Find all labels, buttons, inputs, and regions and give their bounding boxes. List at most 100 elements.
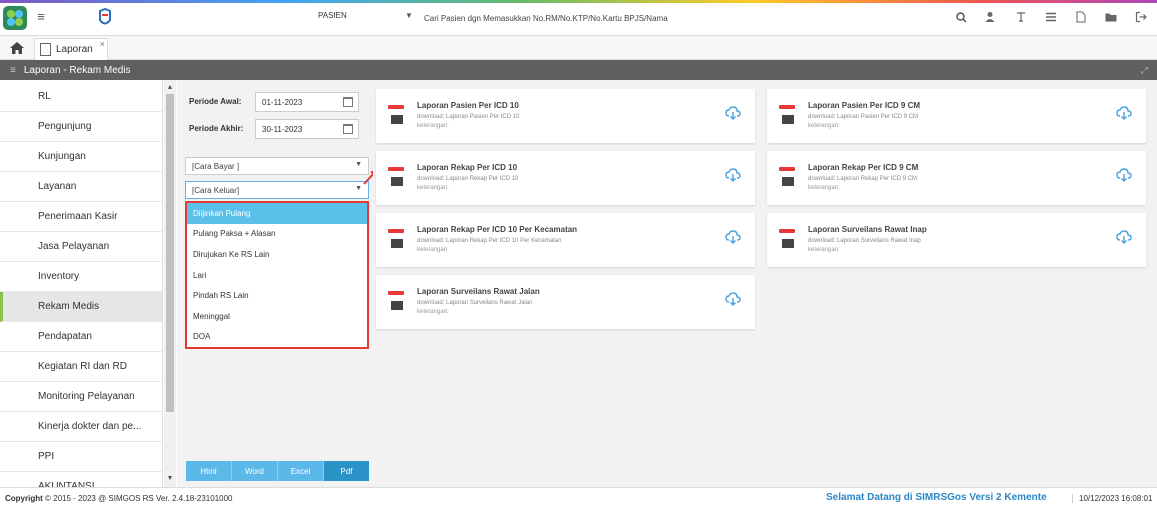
report-icon <box>388 167 404 186</box>
periode-akhir-value: 30-11-2023 <box>262 124 303 134</box>
report-note: keterangan: <box>417 247 449 253</box>
download-icon[interactable] <box>725 105 741 121</box>
top-toolbar <box>953 9 1149 25</box>
periode-akhir-label: Periode Akhir: <box>189 124 244 133</box>
option-pindah-rs-lain[interactable]: Pindah RS Lain <box>187 285 367 306</box>
sidebar-item-penerimaan-kasir[interactable]: Penerimaan Kasir <box>0 202 162 232</box>
option-diijinkan-pulang[interactable]: Diijinkan Pulang <box>187 203 367 224</box>
report-title: Laporan Pasien Per ICD 10 <box>417 101 519 110</box>
report-desc: download: Laporan Surveilans Rawat Jalan <box>417 300 533 306</box>
sidebar-item-kunjungan[interactable]: Kunjungan <box>0 142 162 172</box>
scroll-up-icon[interactable]: ▲ <box>164 82 176 94</box>
report-note: keterangan: <box>808 123 840 129</box>
periode-awal-input[interactable]: 01-11-2023 <box>255 92 359 112</box>
sidebar-item-kinerja-dokter[interactable]: Kinerja dokter dan pe... <box>0 412 162 442</box>
sidebar-item-layanan[interactable]: Layanan <box>0 172 162 202</box>
tab-laporan[interactable]: Laporan × <box>34 38 108 60</box>
option-meninggal[interactable]: Meninggal <box>187 306 367 327</box>
calendar-icon[interactable] <box>343 124 353 134</box>
report-card[interactable]: Laporan Surveilans Rawat Inap download: … <box>767 213 1146 267</box>
report-note: keterangan: <box>417 185 449 191</box>
user-icon[interactable] <box>983 9 999 25</box>
document-tab-icon <box>40 43 51 56</box>
report-card[interactable]: Laporan Rekap Per ICD 10 Per Kecamatan d… <box>376 213 755 267</box>
list-icon: ≡ <box>10 64 16 76</box>
report-icon <box>779 105 795 124</box>
sidebar-item-inventory[interactable]: Inventory <box>0 262 162 292</box>
document-icon[interactable] <box>1073 9 1089 25</box>
top-color-strip <box>0 0 1157 3</box>
report-list: Laporan Pasien Per ICD 10 download: Lapo… <box>373 80 1157 487</box>
report-card[interactable]: Laporan Rekap Per ICD 9 CM download: Lap… <box>767 151 1146 205</box>
menu-icon[interactable]: ≡ <box>33 9 49 25</box>
report-note: keterangan: <box>417 309 449 315</box>
option-dirujukan-rs-lain[interactable]: Dirujukan Ke RS Lain <box>187 244 367 265</box>
scroll-down-icon[interactable]: ▼ <box>164 473 176 485</box>
download-icon[interactable] <box>725 167 741 183</box>
copyright-text: 2015 - 2023 @ SIMGOS RS Ver. 2.4.18-2310… <box>53 494 233 503</box>
brand-icon <box>94 7 116 29</box>
sidebar-item-rl[interactable]: RL <box>0 82 162 112</box>
cara-keluar-dropdown: Diijinkan Pulang Pulang Paksa + Alasan D… <box>185 201 369 349</box>
cara-bayar-select[interactable]: [Cara Bayar ] ▼ <box>185 157 369 175</box>
caret-down-icon[interactable]: ▼ <box>405 11 413 20</box>
patient-type-select[interactable]: PASIEN <box>318 11 347 20</box>
download-icon[interactable] <box>725 291 741 307</box>
sidebar-item-ppi[interactable]: PPI <box>0 442 162 472</box>
sidebar-item-kegiatan-ri-rd[interactable]: Kegiatan RI dan RD <box>0 352 162 382</box>
tab-label: Laporan <box>56 44 93 55</box>
report-icon <box>388 105 404 124</box>
copyright: Copyright © 2015 - 2023 @ SIMGOS RS Ver.… <box>5 494 233 503</box>
report-desc: download: Laporan Pasien Per ICD 10 <box>417 114 520 120</box>
text-icon[interactable] <box>1013 9 1029 25</box>
pdf-button[interactable]: Pdf <box>324 461 369 481</box>
option-pulang-paksa[interactable]: Pulang Paksa + Alasan <box>187 224 367 245</box>
sidebar-item-monitoring-pelayanan[interactable]: Monitoring Pelayanan <box>0 382 162 412</box>
scrollbar-thumb[interactable] <box>166 94 174 412</box>
section-title: Laporan - Rekam Medis <box>23 64 131 76</box>
report-desc: download: Laporan Rekap Per ICD 10 Per K… <box>417 238 562 244</box>
copyright-prefix: Copyright <box>5 494 43 503</box>
report-card[interactable]: Laporan Pasien Per ICD 10 download: Lapo… <box>376 89 755 143</box>
expand-icon[interactable]: ⤢ <box>1141 65 1148 76</box>
report-card[interactable]: Laporan Pasien Per ICD 9 CM download: La… <box>767 89 1146 143</box>
option-doa[interactable]: DOA <box>187 327 367 348</box>
cara-keluar-select[interactable]: [Cara Keluar] ▼ <box>185 181 369 199</box>
word-button[interactable]: Word <box>232 461 278 481</box>
sidebar-item-pendapatan[interactable]: Pendapatan <box>0 322 162 352</box>
periode-awal-label: Periode Awal: <box>189 97 242 106</box>
report-title: Laporan Rekap Per ICD 9 CM <box>808 163 919 172</box>
top-bar: ≡ PASIEN ▼ <box>0 0 1157 36</box>
sidebar-item-jasa-pelayanan[interactable]: Jasa Pelayanan <box>0 232 162 262</box>
excel-button[interactable]: Excel <box>278 461 324 481</box>
download-icon[interactable] <box>1116 229 1132 245</box>
footer-datetime: 10/12/2023 16:08:01 <box>1072 494 1152 503</box>
report-title: Laporan Rekap Per ICD 10 <box>417 163 518 172</box>
option-lari[interactable]: Lari <box>187 265 367 286</box>
download-icon[interactable] <box>1116 167 1132 183</box>
sidebar-item-rekam-medis[interactable]: Rekam Medis <box>0 292 162 322</box>
html-button[interactable]: Html <box>186 461 232 481</box>
download-icon[interactable] <box>725 229 741 245</box>
home-icon[interactable] <box>9 40 25 56</box>
sidebar-item-akuntansi[interactable]: AKUNTANSI <box>0 472 162 487</box>
tab-bar: Laporan × <box>0 36 1157 60</box>
report-note: keterangan: <box>417 123 449 129</box>
report-card[interactable]: Laporan Surveilans Rawat Jalan download:… <box>376 275 755 329</box>
sidebar-item-pengunjung[interactable]: Pengunjung <box>0 112 162 142</box>
search-icon[interactable] <box>953 9 969 25</box>
download-icon[interactable] <box>1116 105 1132 121</box>
calendar-icon[interactable] <box>343 97 353 107</box>
report-card[interactable]: Laporan Rekap Per ICD 10 download: Lapor… <box>376 151 755 205</box>
periode-akhir-input[interactable]: 30-11-2023 <box>255 119 359 139</box>
close-icon[interactable]: × <box>100 39 105 49</box>
report-desc: download: Laporan Rekap Per ICD 10 <box>417 176 519 182</box>
footer: Copyright © 2015 - 2023 @ SIMGOS RS Ver.… <box>0 487 1157 509</box>
sidebar-scrollbar[interactable]: ▲ ▼ <box>164 80 176 487</box>
app-logo-icon[interactable] <box>3 6 27 30</box>
folder-icon[interactable] <box>1103 9 1119 25</box>
report-note: keterangan: <box>808 185 840 191</box>
list-icon[interactable] <box>1043 9 1059 25</box>
patient-search-input[interactable] <box>424 8 804 28</box>
logout-icon[interactable] <box>1133 9 1149 25</box>
